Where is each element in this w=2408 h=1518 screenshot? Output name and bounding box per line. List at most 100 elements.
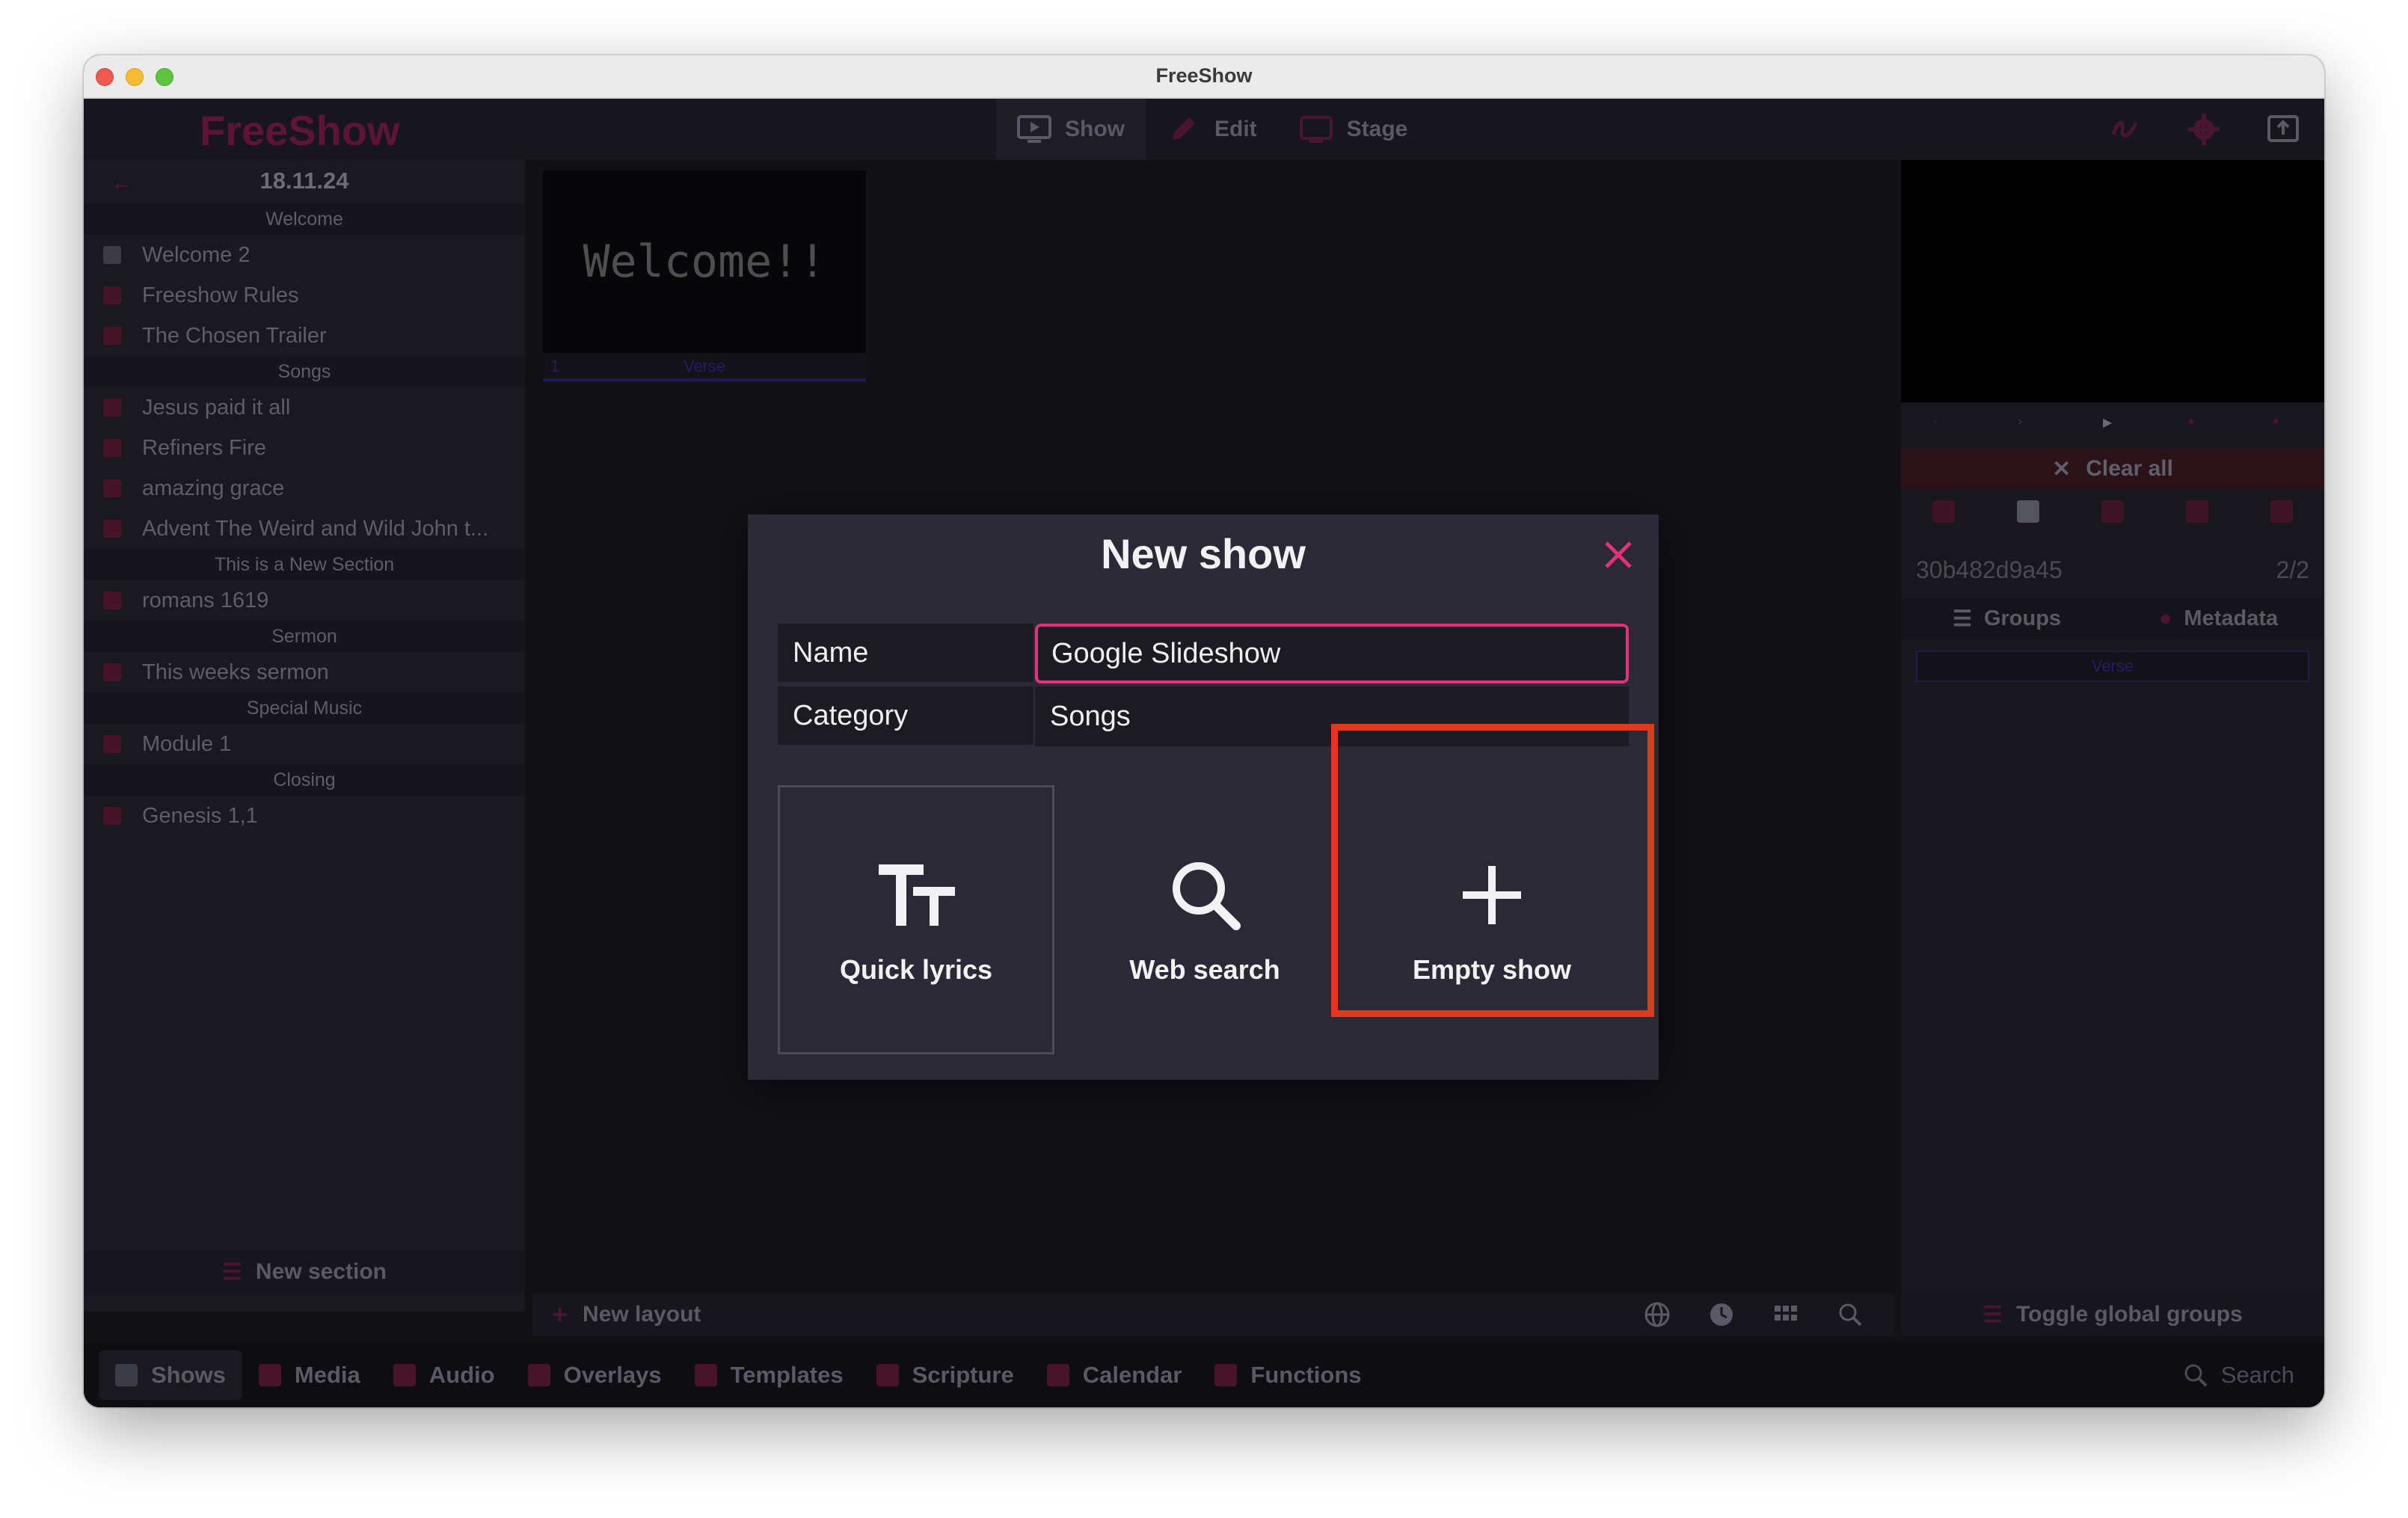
slides-footer-icons xyxy=(1642,1294,1865,1336)
clock-icon[interactable] xyxy=(1707,1300,1736,1330)
web-search-label: Web search xyxy=(1129,954,1280,985)
tab-overlays-label: Overlays xyxy=(563,1362,662,1388)
tab-calendar[interactable]: Calendar xyxy=(1031,1350,1199,1400)
list-item[interactable]: Welcome 2 xyxy=(84,235,525,275)
pencil-icon xyxy=(1173,117,1195,140)
presentation-icon xyxy=(103,327,121,345)
list-item-label: This weeks sermon xyxy=(142,660,329,684)
project-header: ← 18.11.24 xyxy=(84,160,525,203)
slide-count: 2/2 xyxy=(2276,556,2309,583)
timer-layer-icon[interactable] xyxy=(2270,500,2294,523)
background-layer-icon[interactable] xyxy=(1932,500,1955,523)
tab-templates[interactable]: Templates xyxy=(678,1350,860,1400)
tab-edit[interactable]: Edit xyxy=(1146,99,1278,160)
list-item[interactable]: amazing grace xyxy=(84,468,525,508)
tab-edit-label: Edit xyxy=(1214,117,1257,141)
globe-icon[interactable] xyxy=(1642,1300,1672,1330)
info-icon: ● xyxy=(2158,606,2172,630)
list-item[interactable]: Genesis 1,1 xyxy=(84,796,525,836)
tab-show[interactable]: Show xyxy=(996,99,1146,160)
tab-audio[interactable]: Audio xyxy=(377,1350,512,1400)
tab-scripture[interactable]: Scripture xyxy=(860,1350,1031,1400)
overlay-layer-icon[interactable] xyxy=(2101,500,2124,523)
empty-show-button[interactable]: Empty show xyxy=(1354,785,1630,1054)
gear-icon[interactable] xyxy=(2187,112,2221,147)
slide-label: 1 Verse xyxy=(543,354,866,381)
category-select[interactable]: Songs xyxy=(1035,686,1629,746)
section-header: Special Music xyxy=(84,692,525,724)
web-search-button[interactable]: Web search xyxy=(1066,785,1343,1054)
output-preview[interactable] xyxy=(1901,160,2324,402)
new-layout-button[interactable]: + New layout xyxy=(552,1294,701,1336)
empty-show-label: Empty show xyxy=(1412,954,1572,985)
tab-media-label: Media xyxy=(294,1362,360,1388)
title-bar: FreeShow xyxy=(84,55,2324,99)
overlays-icon xyxy=(527,1364,550,1386)
new-section-label: New section xyxy=(255,1259,387,1284)
new-section-button[interactable]: ☰ New section xyxy=(84,1250,525,1294)
list-item-label: Module 1 xyxy=(142,731,232,756)
search-box[interactable]: Search xyxy=(2182,1343,2294,1407)
toggle-global-groups-button[interactable]: ☰ Toggle global groups xyxy=(1901,1294,2324,1336)
list-icon: ☰ xyxy=(222,1259,242,1285)
playback-controls: ‹ › ▶ ● ● xyxy=(1901,402,2324,447)
play-icon[interactable]: ▶ xyxy=(2103,415,2122,434)
section-header: This is a New Section xyxy=(84,549,525,580)
list-item[interactable]: romans 1619 xyxy=(84,580,525,621)
next-icon[interactable]: › xyxy=(2018,415,2038,434)
mode-nav: Show Edit Stage xyxy=(996,99,1428,160)
draw-icon[interactable] xyxy=(2107,112,2142,147)
slide-thumbnail[interactable]: Welcome!! xyxy=(543,170,866,353)
lock-icon[interactable]: ● xyxy=(2187,415,2207,434)
clear-all-button[interactable]: ✕ Clear all xyxy=(1901,449,2324,489)
tab-overlays[interactable]: Overlays xyxy=(512,1350,678,1400)
list-item[interactable]: This weeks sermon xyxy=(84,652,525,692)
tab-metadata[interactable]: ● Metadata xyxy=(2113,598,2324,639)
dialog-title: New show xyxy=(1101,530,1306,577)
cast-icon xyxy=(1299,116,1333,143)
list-item-label: romans 1619 xyxy=(142,588,269,612)
app-body: FreeShow Show Edit Stage ← 18.11.24 Welc… xyxy=(84,99,2324,1407)
group-verse[interactable]: Verse xyxy=(1916,651,2309,682)
list-item[interactable]: Module 1 xyxy=(84,724,525,764)
list-item[interactable]: Refiners Fire xyxy=(84,428,525,468)
search-icon xyxy=(1173,862,1241,930)
section-header: Sermon xyxy=(84,621,525,652)
slide-text: Welcome!! xyxy=(583,236,826,288)
tab-groups[interactable]: ☰ Groups xyxy=(1901,598,2113,639)
list-item[interactable]: Freeshow Rules xyxy=(84,275,525,316)
list-item[interactable]: Jesus paid it all xyxy=(84,387,525,428)
toggle-global-groups-label: Toggle global groups xyxy=(2016,1302,2243,1327)
show-id: 30b482d9a45 xyxy=(1916,556,2063,583)
toggle-icon[interactable]: ● xyxy=(2272,415,2291,434)
media-icon xyxy=(258,1364,281,1386)
tab-show-label: Show xyxy=(1065,117,1125,141)
tab-functions[interactable]: Functions xyxy=(1198,1350,1377,1400)
tab-media[interactable]: Media xyxy=(242,1350,377,1400)
list-item-label: amazing grace xyxy=(142,476,285,500)
quick-lyrics-button[interactable]: Quick lyrics xyxy=(778,785,1054,1054)
previous-icon[interactable]: ‹ xyxy=(1934,415,1953,434)
show-info-tabs: ☰ Groups ● Metadata xyxy=(1901,598,2324,639)
slide-layer-icon[interactable] xyxy=(2016,500,2039,523)
document-icon xyxy=(103,663,121,681)
name-input[interactable] xyxy=(1035,624,1629,683)
list-item[interactable]: Advent The Weird and Wild John t... xyxy=(84,508,525,549)
grid-icon[interactable] xyxy=(1771,1300,1801,1330)
window-title: FreeShow xyxy=(1155,64,1253,87)
close-icon[interactable] xyxy=(1597,534,1639,576)
zoom-icon[interactable] xyxy=(1835,1300,1865,1330)
tab-templates-label: Templates xyxy=(730,1362,844,1388)
tab-shows[interactable]: Shows xyxy=(99,1350,242,1400)
output-icon[interactable] xyxy=(2266,112,2300,147)
list-item-label: Refiners Fire xyxy=(142,435,266,460)
slide-group: Verse xyxy=(683,357,726,375)
app-window: FreeShow FreeShow Show Edit Stage ← 18.1… xyxy=(84,55,2324,1407)
drawer-tabs: Shows Media Audio Overlays Templates Scr… xyxy=(84,1343,2324,1407)
list-item-label: Genesis 1,1 xyxy=(142,803,258,828)
audio-layer-icon[interactable] xyxy=(2186,500,2209,523)
tab-stage-label: Stage xyxy=(1346,117,1408,141)
tab-stage[interactable]: Stage xyxy=(1278,99,1429,160)
list-item[interactable]: The Chosen Trailer xyxy=(84,316,525,356)
app-logo: FreeShow xyxy=(200,107,400,154)
